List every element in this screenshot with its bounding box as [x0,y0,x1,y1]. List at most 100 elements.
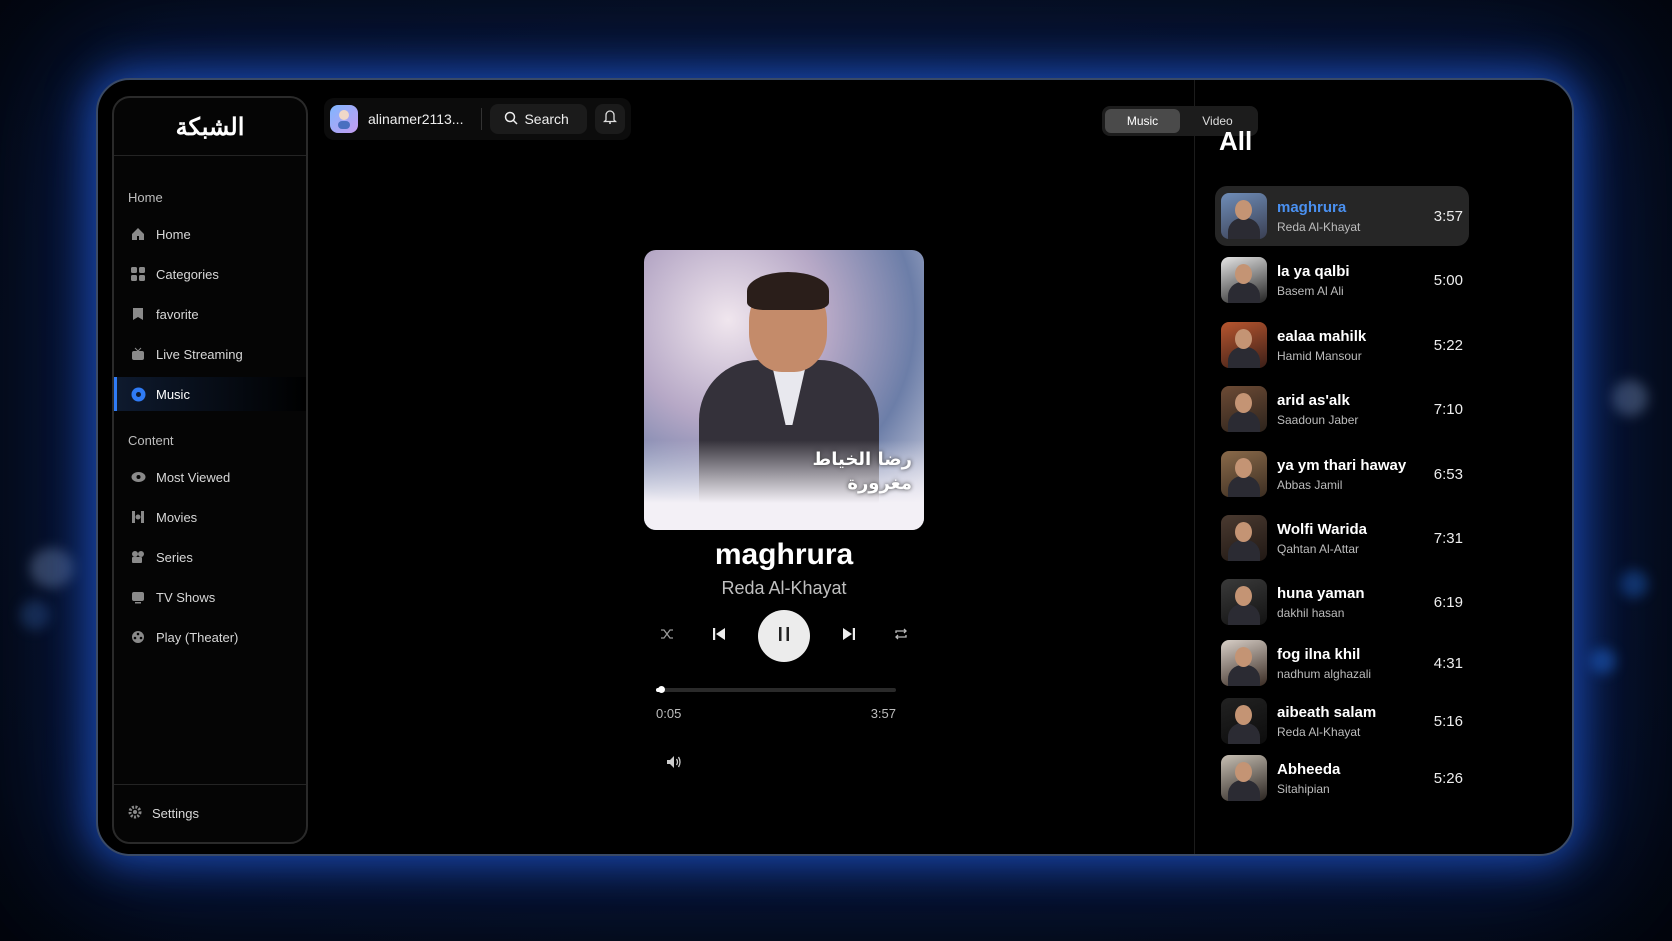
thumbnail-figure [1235,762,1252,782]
thumbnail-figure [1228,780,1260,801]
track-duration: 6:53 [1433,465,1463,483]
track-duration: 5:22 [1433,336,1463,354]
bokeh-light [20,600,50,630]
thumbnail-figure [1235,393,1252,413]
track-artist: Reda Al-Khayat [721,578,847,598]
track-name: huna yaman [1277,584,1365,602]
track-artist-name: Reda Al-Khayat [1277,219,1361,234]
thumbnail-figure [1228,540,1260,561]
avatar[interactable] [330,105,358,133]
bell-icon [602,109,617,129]
cover-artist-text: رضا الخياط [812,449,912,470]
track-name: ealaa mahilk [1277,327,1367,345]
track-thumbnail [1221,579,1267,625]
sidebar-item-label: Series [156,549,193,565]
track-info: Wolfi Warida Qahtan Al-Attar [1277,521,1426,556]
track-name: Abheeda [1277,760,1341,778]
sidebar-item-favorite[interactable]: favorite [114,297,306,331]
sidebar-item-music[interactable]: Music [114,377,306,411]
sidebar-item-live-streaming[interactable]: Live Streaming [114,337,306,371]
track-info: Abheeda Sitahipian [1277,761,1426,796]
playlist-item[interactable]: fog ilna khil nadhum alghazali 4:31 [1215,633,1469,693]
search-icon [504,111,518,128]
notifications-button[interactable] [594,104,625,134]
grid-icon [130,266,146,282]
film-icon [130,509,146,525]
track-artist-name: Saadoun Jaber [1277,412,1359,427]
playlist-title: All [1219,126,1253,156]
sidebar-item-play-theater[interactable]: Play (Theater) [114,620,306,654]
repeat-icon [894,627,908,645]
sidebar-item-label: Movies [156,509,198,525]
total-time: 3:57 [870,706,896,721]
next-button[interactable] [836,623,862,649]
progress-bar[interactable] [656,686,896,693]
bookmark-icon [130,306,146,322]
playlist-item[interactable]: aibeath salam Reda Al-Khayat 5:16 [1215,691,1469,751]
sidebar-item-label: favorite [156,306,199,322]
thumbnail-figure [1228,218,1260,239]
tv-icon [130,346,146,362]
playlist-item[interactable]: ya ym thari haway Abbas Jamil 6:53 [1215,444,1469,504]
settings-item[interactable]: Settings [114,784,306,842]
playlist-item[interactable]: Abheeda Sitahipian 5:26 [1215,748,1469,808]
track-info: maghrura Reda Al-Khayat [1277,199,1426,234]
track-info: aibeath salam Reda Al-Khayat [1277,704,1426,739]
thumbnail-figure [1228,282,1260,303]
skip-previous-icon [712,627,726,646]
track-thumbnail [1221,193,1267,239]
pause-button[interactable] [758,610,810,662]
username[interactable]: alinamer2113... [368,111,463,127]
thumbnail-figure [1235,647,1252,667]
track-duration: 5:00 [1433,271,1463,289]
track-thumbnail [1221,515,1267,561]
search-button[interactable]: Search [490,104,587,134]
playlist-item[interactable]: huna yaman dakhil hasan 6:19 [1215,572,1469,632]
sidebar-item-label: Music [156,386,190,402]
tv-icon [130,589,146,605]
playback-controls [644,610,924,662]
thumbnail-figure [1228,476,1260,497]
settings-label: Settings [152,806,199,821]
track-name: maghrura [1277,198,1347,216]
sidebar-item-label: Live Streaming [156,346,243,362]
sidebar-item-movies[interactable]: Movies [114,500,306,534]
track-name: la ya qalbi [1277,262,1350,280]
divider [481,108,483,130]
track-info: la ya qalbi Basem Al Ali [1277,263,1426,298]
playlist-item[interactable]: maghrura Reda Al-Khayat 3:57 [1215,186,1469,246]
playlist-item[interactable]: Wolfi Warida Qahtan Al-Attar 7:31 [1215,508,1469,568]
current-time: 0:05 [656,706,682,721]
sidebar-item-tv-shows[interactable]: TV Shows [114,580,306,614]
shuffle-button[interactable] [654,623,680,649]
track-duration: 6:19 [1433,593,1463,611]
sidebar: الشبكة Home Home Categories favorite Liv… [112,96,308,844]
app-logo[interactable]: الشبكة [114,98,306,156]
track-thumbnail [1221,640,1267,686]
track-thumbnail [1221,755,1267,801]
track-thumbnail [1221,322,1267,368]
playlist-item[interactable]: arid as'alk Saadoun Jaber 7:10 [1215,379,1469,439]
toggle-music[interactable]: Music [1105,109,1180,133]
thumbnail-figure [1228,604,1260,625]
sidebar-item-home[interactable]: Home [114,217,306,251]
volume-button[interactable] [666,755,682,774]
progress-handle[interactable] [658,686,666,693]
thumbnail-figure [1228,347,1260,368]
repeat-button[interactable] [888,623,914,649]
sidebar-item-categories[interactable]: Categories [114,257,306,291]
track-duration: 5:26 [1433,769,1463,787]
sidebar-item-most-viewed[interactable]: Most Viewed [114,460,306,494]
track-duration: 4:31 [1433,654,1463,672]
shuffle-icon [660,627,674,645]
track-artist-name: Basem Al Ali [1277,283,1344,298]
camera-icon [130,549,146,565]
playlist-item[interactable]: ealaa mahilk Hamid Mansour 5:22 [1215,315,1469,375]
top-bar: alinamer2113... Search [324,98,631,140]
sidebar-item-label: Most Viewed [156,469,231,485]
sidebar-item-series[interactable]: Series [114,540,306,574]
playlist-item[interactable]: la ya qalbi Basem Al Ali 5:00 [1215,250,1469,310]
volume-icon [666,756,682,773]
track-duration: 7:31 [1433,529,1463,547]
previous-button[interactable] [706,623,732,649]
